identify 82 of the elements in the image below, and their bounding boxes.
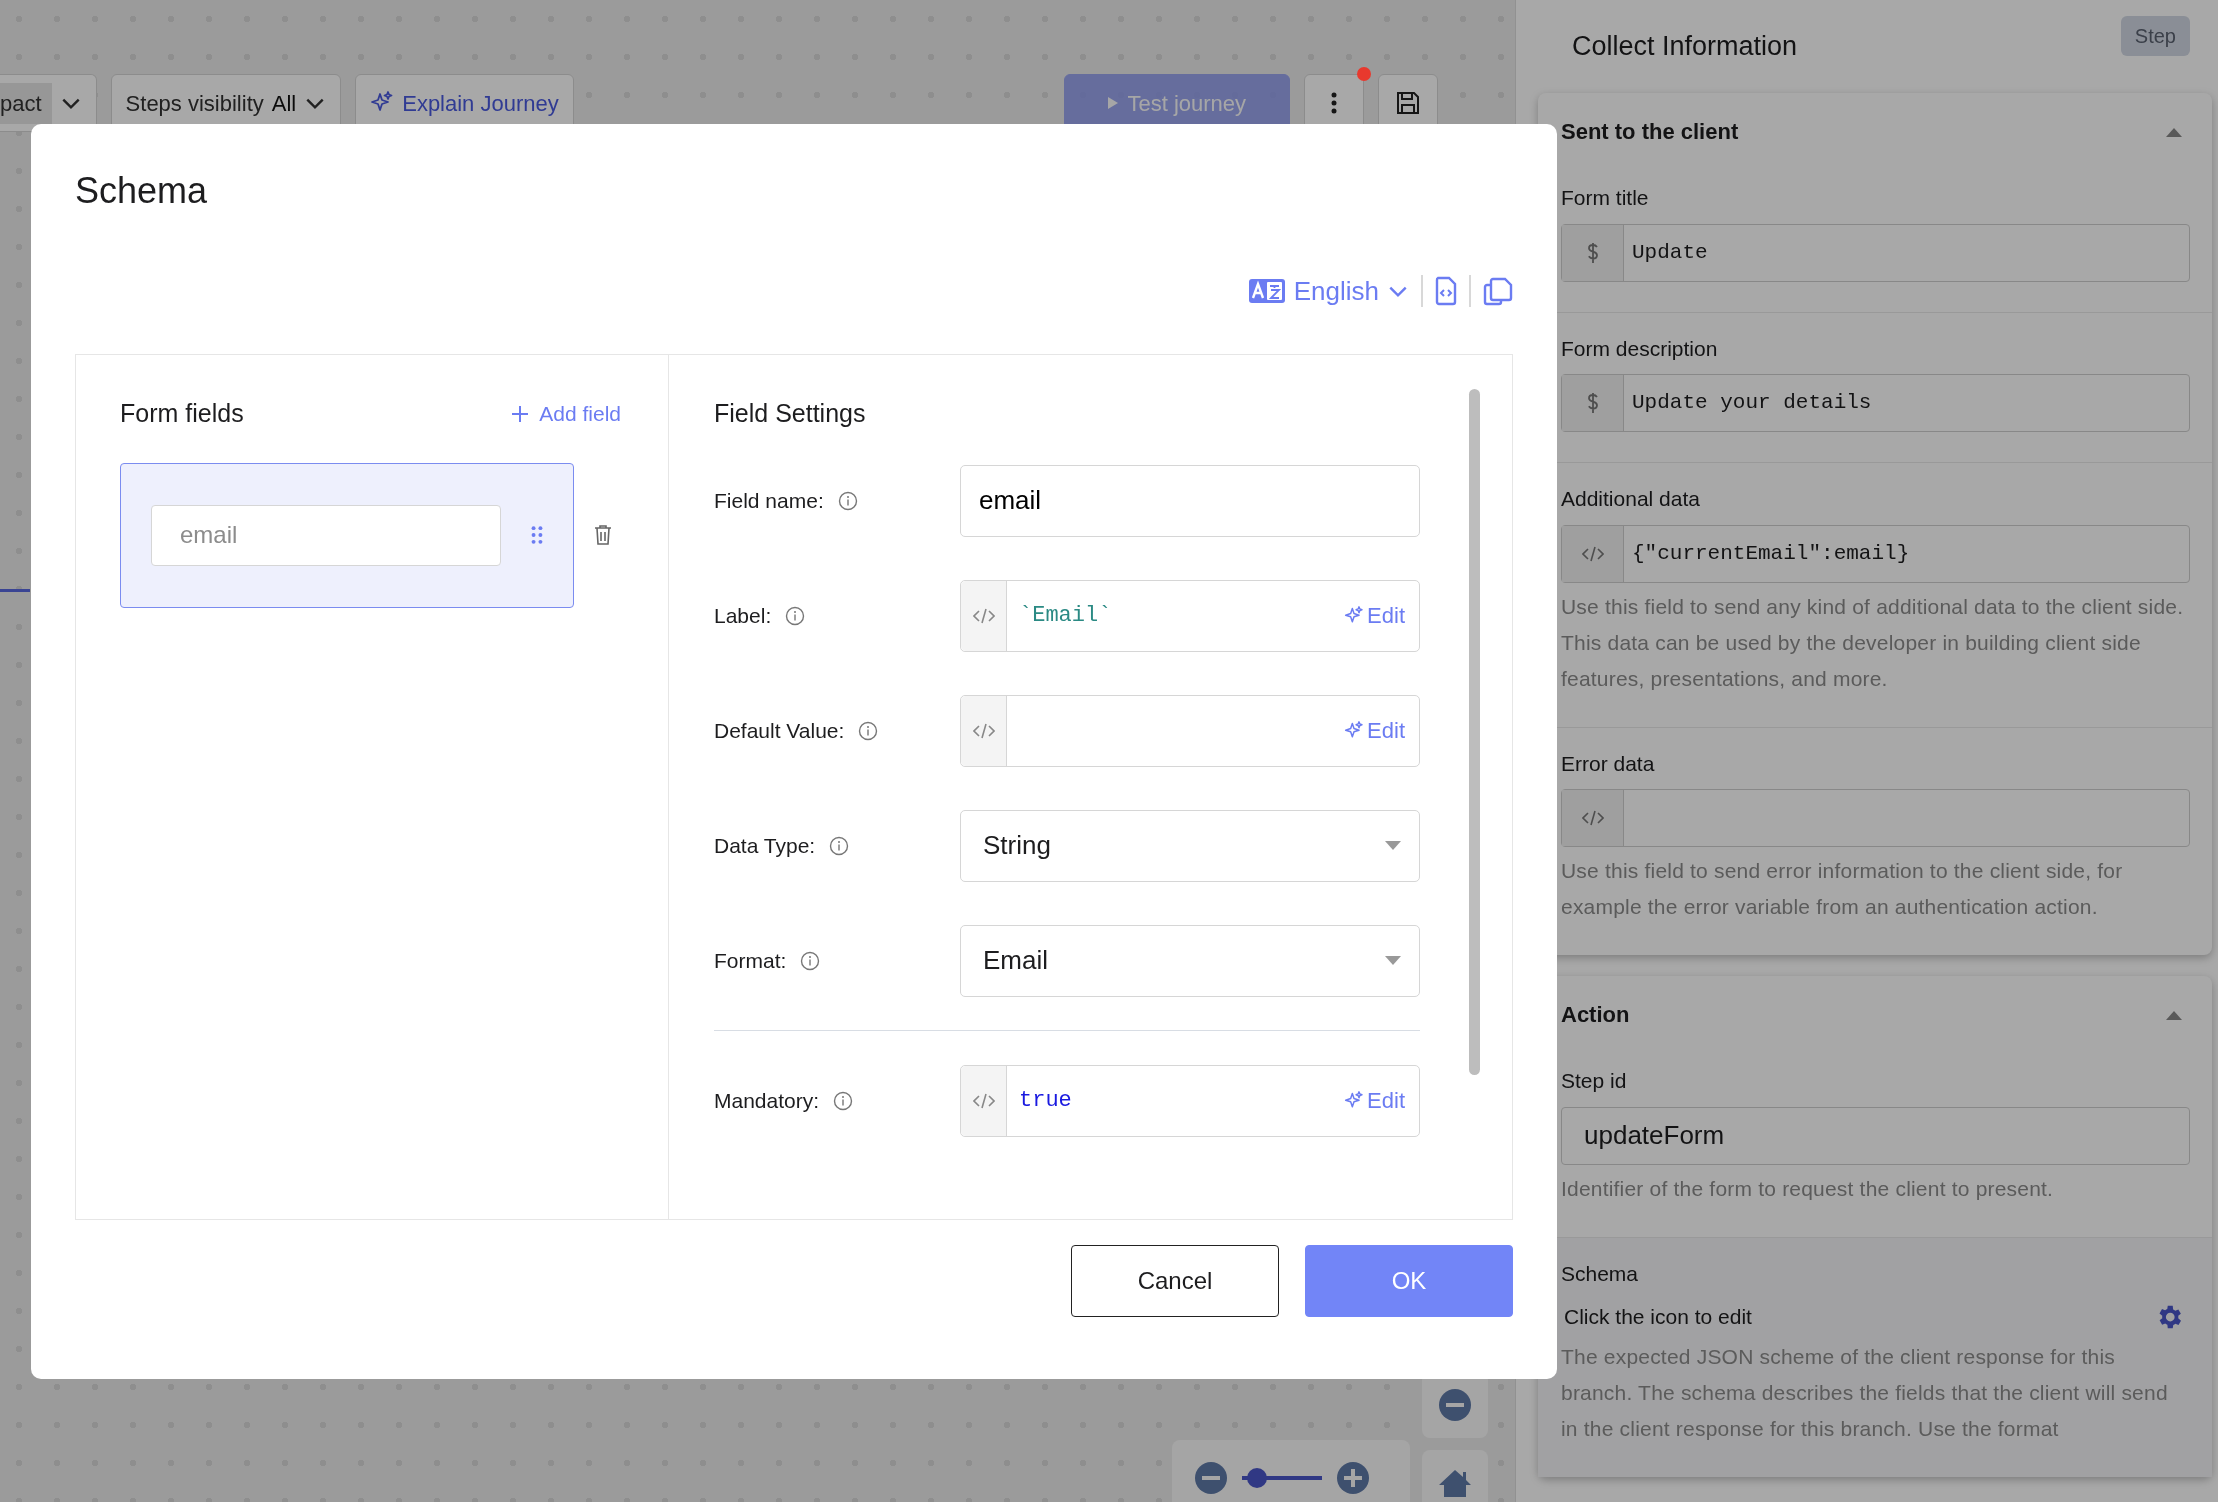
code-icon bbox=[1581, 809, 1604, 827]
input-field[interactable]: email bbox=[960, 464, 1420, 537]
sparkle-icon bbox=[1344, 720, 1365, 741]
help-text: The expected JSON scheme of the client response for this branch. The schema describes the fields that the client will send in the client response for this branch. Use the format bbox=[1561, 1343, 2169, 1442]
code-icon bbox=[972, 606, 995, 625]
minus-icon bbox=[1438, 1388, 1472, 1422]
copy-icon bbox=[1483, 276, 1513, 306]
section-title: Sent to the client bbox=[1561, 118, 1739, 146]
play-icon bbox=[1107, 96, 1120, 110]
dollar-icon bbox=[1585, 241, 1600, 264]
input-field[interactable]: Update bbox=[1561, 223, 2190, 282]
field-label: Schema bbox=[1561, 1260, 1640, 1287]
slider-thumb[interactable] bbox=[1246, 1468, 1267, 1488]
form-field-card[interactable]: email bbox=[120, 462, 574, 608]
connector-line bbox=[0, 589, 30, 592]
sparkle-icon bbox=[1344, 605, 1365, 626]
add-field-link[interactable]: Add field bbox=[511, 398, 621, 430]
view-dropdown[interactable]: pact bbox=[0, 74, 97, 132]
step-badge: Step bbox=[2120, 15, 2190, 56]
drag-handle-icon[interactable] bbox=[531, 524, 543, 546]
info-icon[interactable] bbox=[858, 720, 879, 741]
section-title: Form fields bbox=[120, 398, 244, 429]
field-label: Step id bbox=[1561, 1068, 1628, 1094]
input-field[interactable]: email bbox=[151, 504, 501, 566]
field-label: Error data bbox=[1561, 750, 1656, 777]
section-title: Field Settings bbox=[714, 398, 867, 429]
code-icon bbox=[1581, 544, 1604, 563]
info-icon[interactable] bbox=[837, 490, 858, 511]
dialog-title: Schema bbox=[75, 169, 209, 213]
edit-button[interactable]: Edit bbox=[1344, 1084, 1419, 1117]
translate-icon bbox=[1247, 278, 1286, 304]
edit-button[interactable]: Edit bbox=[1344, 599, 1419, 632]
field-label: Default Value: bbox=[714, 717, 845, 744]
dropdown-caret-icon bbox=[1383, 839, 1403, 852]
cancel-button[interactable]: Cancel bbox=[1071, 1245, 1279, 1317]
help-text: Identifier of the form to request the client to present. bbox=[1561, 1175, 2055, 1202]
code-file-button[interactable] bbox=[1435, 276, 1457, 306]
dropdown-caret-icon bbox=[1383, 954, 1403, 967]
help-text: Use this field to send error information to the client side, for example the error variable from an authentication action. bbox=[1561, 858, 2124, 920]
zoom-out-icon[interactable] bbox=[1194, 1461, 1228, 1495]
input-field[interactable]: updateForm bbox=[1561, 1106, 2190, 1165]
code-icon bbox=[972, 1091, 995, 1110]
field-label: Form title bbox=[1561, 185, 1650, 211]
field-label: Mandatory: bbox=[714, 1087, 820, 1114]
home-button[interactable] bbox=[1422, 1450, 1488, 1502]
code-field[interactable]: `Email` Edit bbox=[960, 579, 1420, 652]
sparkle-icon bbox=[1344, 1090, 1365, 1111]
hint-text: Click the icon to edit bbox=[1564, 1304, 1752, 1330]
section-title: Action bbox=[1561, 1001, 1630, 1029]
edit-button[interactable]: Edit bbox=[1344, 714, 1419, 747]
field-label: Label: bbox=[714, 602, 772, 629]
select-field[interactable]: Email bbox=[960, 924, 1420, 997]
field-label: Additional data bbox=[1561, 486, 1701, 512]
field-label: Field name: bbox=[714, 487, 824, 514]
trash-icon[interactable] bbox=[594, 524, 612, 546]
plus-icon bbox=[511, 404, 530, 423]
input-field[interactable] bbox=[1561, 789, 2190, 847]
home-icon bbox=[1438, 1468, 1472, 1498]
panel-title: Collect Information bbox=[1572, 30, 1798, 64]
language-dropdown[interactable]: English bbox=[1247, 271, 1409, 311]
info-icon[interactable] bbox=[833, 1090, 854, 1111]
zoom-in-icon[interactable] bbox=[1336, 1461, 1370, 1495]
dollar-icon bbox=[1585, 392, 1600, 414]
help-text: Use this field to send any kind of additional data to the client side. This data can be used by the developer in building client side features, presentations, and more. bbox=[1561, 593, 2185, 692]
code-file-icon bbox=[1435, 276, 1457, 306]
field-label: Data Type: bbox=[714, 832, 816, 859]
copy-button[interactable] bbox=[1483, 276, 1513, 306]
kebab-icon bbox=[1330, 91, 1337, 115]
code-icon bbox=[972, 721, 995, 740]
code-field[interactable]: Edit bbox=[960, 694, 1420, 767]
code-field[interactable]: true Edit bbox=[960, 1064, 1420, 1137]
input-field[interactable]: Update your details bbox=[1561, 374, 2190, 432]
ok-button[interactable]: OK bbox=[1305, 1245, 1513, 1317]
field-label: Form description bbox=[1561, 335, 1719, 362]
field-label: Format: bbox=[714, 947, 787, 974]
input-field[interactable]: {"currentEmail":email} bbox=[1561, 524, 2190, 583]
select-field[interactable]: String bbox=[960, 809, 1420, 882]
info-icon[interactable] bbox=[785, 605, 806, 626]
info-icon[interactable] bbox=[829, 835, 850, 856]
zoom-slider[interactable] bbox=[1242, 1468, 1322, 1488]
info-icon[interactable] bbox=[800, 950, 821, 971]
scrollbar[interactable] bbox=[1469, 389, 1480, 1075]
